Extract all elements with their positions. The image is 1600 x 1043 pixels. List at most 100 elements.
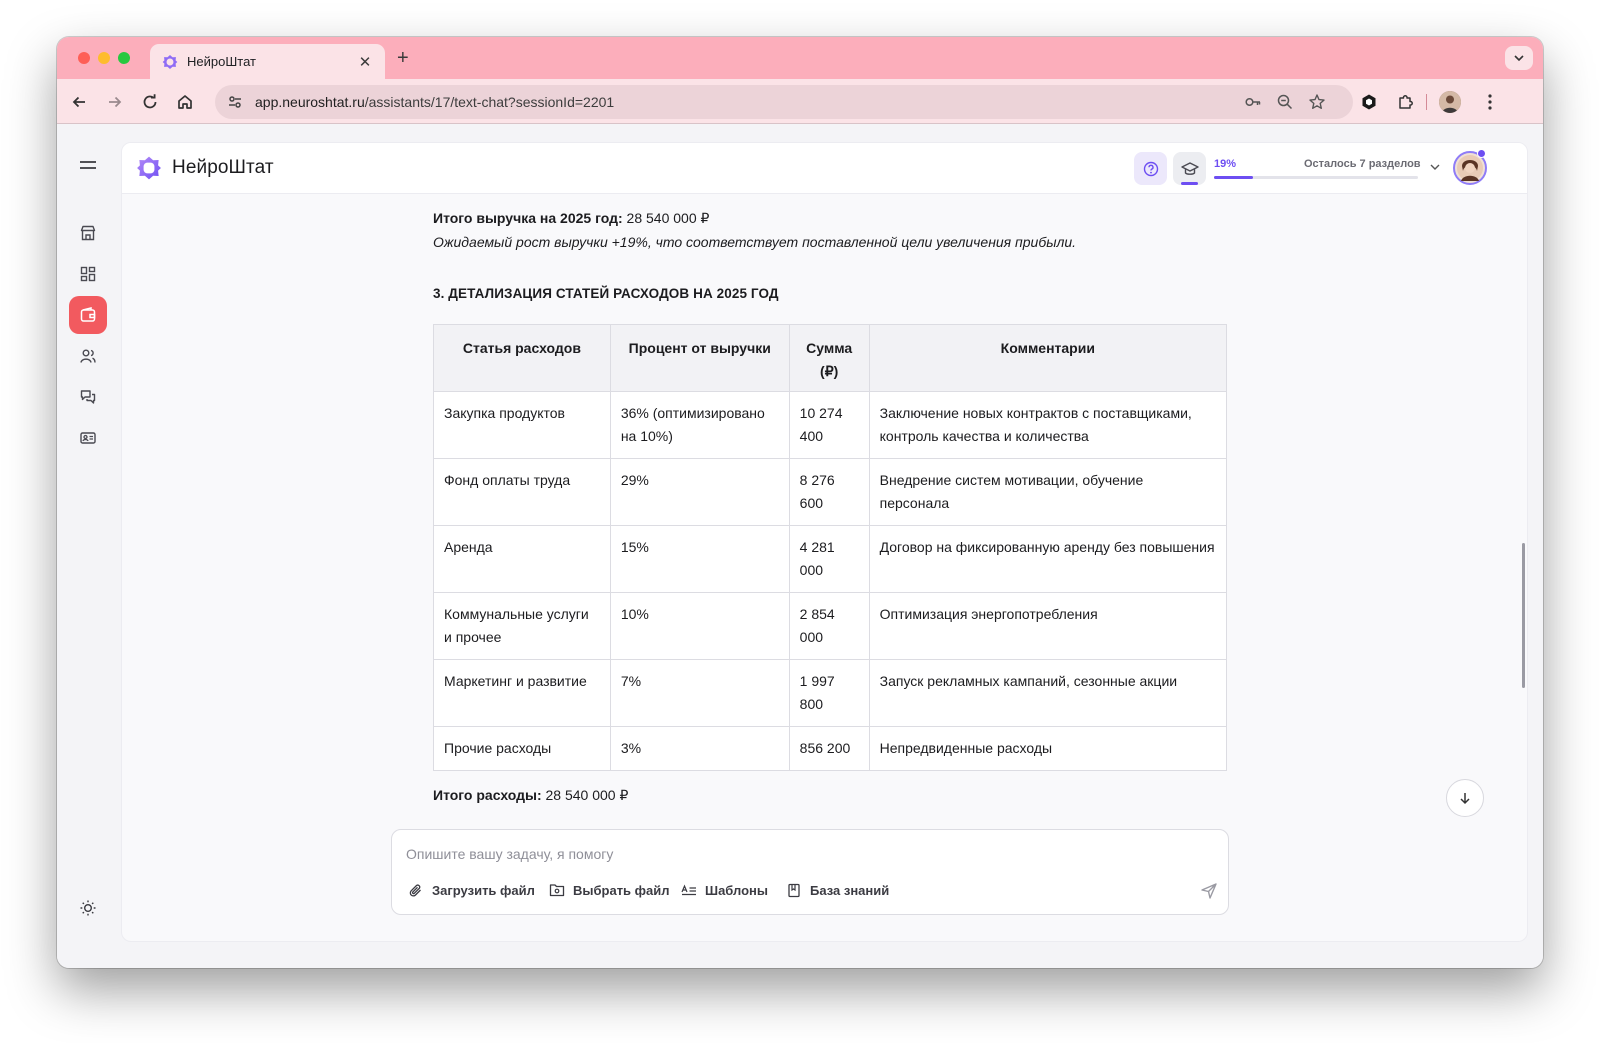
bookmark-star-icon[interactable] [1308, 93, 1326, 111]
table-cell: Оптимизация энергопотребления [868, 592, 1228, 660]
table-cell: 15% [609, 525, 790, 593]
table-cell: Закупка продуктов [433, 391, 611, 459]
store-icon [80, 225, 96, 241]
browser-menu-icon[interactable] [1479, 91, 1501, 113]
new-tab-icon[interactable]: + [397, 47, 409, 69]
window-minimize-button[interactable] [98, 52, 110, 64]
theme-toggle[interactable] [69, 889, 107, 927]
neuroshtat-favicon-icon [162, 54, 178, 70]
table-row: Коммунальные услуги и прочее 10% 2 854 0… [433, 592, 1228, 660]
tab-title: НейроШтат [187, 54, 256, 69]
message-input[interactable] [406, 842, 1186, 866]
choose-file-label: Выбрать файл [573, 882, 670, 898]
total-revenue: Итого выручка на 2025 год: 28 540 000 ₽ [433, 207, 709, 230]
sidebar-rail [57, 125, 119, 968]
section-title: 3. ДЕТАЛИЗАЦИЯ СТАТЕЙ РАСХОДОВ НА 2025 Г… [433, 286, 779, 301]
back-icon[interactable] [68, 91, 90, 113]
reload-icon[interactable] [139, 91, 161, 113]
window-maximize-button[interactable] [118, 52, 130, 64]
app-header: НейроШтат 19% Осталось 7 разделов [122, 143, 1527, 194]
table-cell: 2 854 000 [788, 592, 870, 660]
user-photo-icon [1457, 155, 1483, 181]
sidebar-item-chats[interactable] [69, 378, 107, 416]
scroll-to-bottom-button[interactable] [1446, 779, 1484, 817]
learning-active-indicator [1181, 182, 1198, 185]
table-row: Аренда 15% 4 281 000 Договор на фиксиров… [433, 525, 1228, 593]
window-close-button[interactable] [78, 52, 90, 64]
extension-hex-icon[interactable] [1358, 91, 1380, 113]
zoom-icon[interactable] [1276, 93, 1294, 111]
browser-toolbar: app.neuroshtat.ru/assistants/17/text-cha… [57, 79, 1543, 124]
table-cell: Внедрение систем мотивации, обучение пер… [868, 458, 1228, 526]
extensions-puzzle-icon[interactable] [1395, 91, 1417, 113]
table-cell: 10% [609, 592, 790, 660]
total-expenses-value: 28 540 000 ₽ [541, 787, 629, 803]
main-panel: НейроШтат 19% Осталось 7 разделов Итого … [121, 142, 1528, 942]
notification-dot [1477, 149, 1486, 158]
table-cell: 7% [609, 659, 790, 727]
chevron-down-icon[interactable] [1428, 160, 1442, 174]
sidebar-item-dashboard[interactable] [69, 255, 107, 293]
text-template-icon [681, 882, 697, 898]
users-icon [80, 349, 96, 363]
table-cell: Аренда [433, 525, 611, 593]
table-cell: 36% (оптимизировано на 10%) [609, 391, 790, 459]
app-root: НейроШтат 19% Осталось 7 разделов Итого … [57, 125, 1543, 968]
table-cell: Договор на фиксированную аренду без повы… [868, 525, 1228, 593]
table-cell: 8 276 600 [788, 458, 870, 526]
send-icon[interactable] [1200, 882, 1218, 900]
expense-table: Статья расходов Процент от выручки Сумма… [433, 324, 1228, 771]
url-text: app.neuroshtat.ru/assistants/17/text-cha… [255, 94, 614, 110]
upload-file-button[interactable]: Загрузить файл [408, 882, 535, 898]
browser-tab[interactable]: НейроШтат ✕ [150, 44, 385, 79]
progress-bar [1214, 176, 1418, 179]
table-cell: 10 274 400 [788, 391, 870, 459]
message-composer: Загрузить файл Выбрать файл Шаблоны База… [391, 829, 1229, 915]
table-cell: 4 281 000 [788, 525, 870, 593]
total-expenses-label: Итого расходы: [433, 787, 542, 803]
dashboard-icon [80, 266, 96, 282]
forward-icon[interactable] [104, 91, 126, 113]
table-cell: Запуск рекламных кампаний, сезонные акци… [868, 659, 1228, 727]
learning-button[interactable] [1173, 152, 1206, 185]
brand-name: НейроШтат [172, 157, 274, 178]
hamburger-icon [80, 161, 96, 169]
table-header-row: Статья расходов Процент от выручки Сумма… [433, 324, 1228, 392]
profile-avatar-icon[interactable] [1439, 91, 1461, 113]
total-revenue-value: 28 540 000 ₽ [622, 210, 710, 226]
knowledge-base-button[interactable]: База знаний [786, 882, 889, 898]
toolbar-divider [1426, 94, 1427, 110]
arrow-down-icon [1460, 793, 1470, 805]
sidebar-item-store[interactable] [69, 214, 107, 252]
sidebar-item-profile[interactable] [69, 419, 107, 457]
column-header: Процент от выручки [609, 324, 790, 392]
folder-icon [549, 882, 565, 898]
progress-percent: 19% [1214, 158, 1237, 170]
templates-label: Шаблоны [705, 882, 768, 898]
tab-close-icon[interactable]: ✕ [357, 53, 373, 71]
table-cell: 856 200 [788, 726, 870, 771]
url-path: /assistants/17/text-chat?sessionId=2201 [364, 94, 615, 110]
home-icon[interactable] [174, 91, 196, 113]
site-settings-icon[interactable] [227, 94, 243, 110]
url-host: app.neuroshtat.ru [255, 94, 365, 110]
tab-search-button[interactable] [1505, 46, 1533, 70]
chevron-down-icon [1514, 55, 1524, 62]
knowledge-base-label: База знаний [810, 882, 890, 898]
brand[interactable]: НейроШтат [136, 155, 274, 181]
choose-file-button[interactable]: Выбрать файл [549, 882, 670, 898]
templates-button[interactable]: Шаблоны [681, 882, 768, 898]
question-icon [1143, 161, 1158, 176]
column-header: Комментарии [868, 324, 1228, 392]
sidebar-menu-toggle[interactable] [69, 146, 107, 184]
table-cell: Маркетинг и развитие [433, 659, 611, 727]
progress-remaining: Осталось 7 разделов [1304, 158, 1421, 170]
table-row: Маркетинг и развитие 7% 1 997 800 Запуск… [433, 659, 1228, 727]
sidebar-item-finance[interactable] [69, 296, 107, 334]
help-button[interactable] [1134, 152, 1167, 185]
table-cell: Фонд оплаты труда [433, 458, 611, 526]
address-bar[interactable]: app.neuroshtat.ru/assistants/17/text-cha… [215, 85, 1353, 119]
sidebar-item-team[interactable] [69, 337, 107, 375]
scrollbar-thumb[interactable] [1522, 543, 1525, 688]
password-key-icon[interactable] [1244, 93, 1262, 111]
